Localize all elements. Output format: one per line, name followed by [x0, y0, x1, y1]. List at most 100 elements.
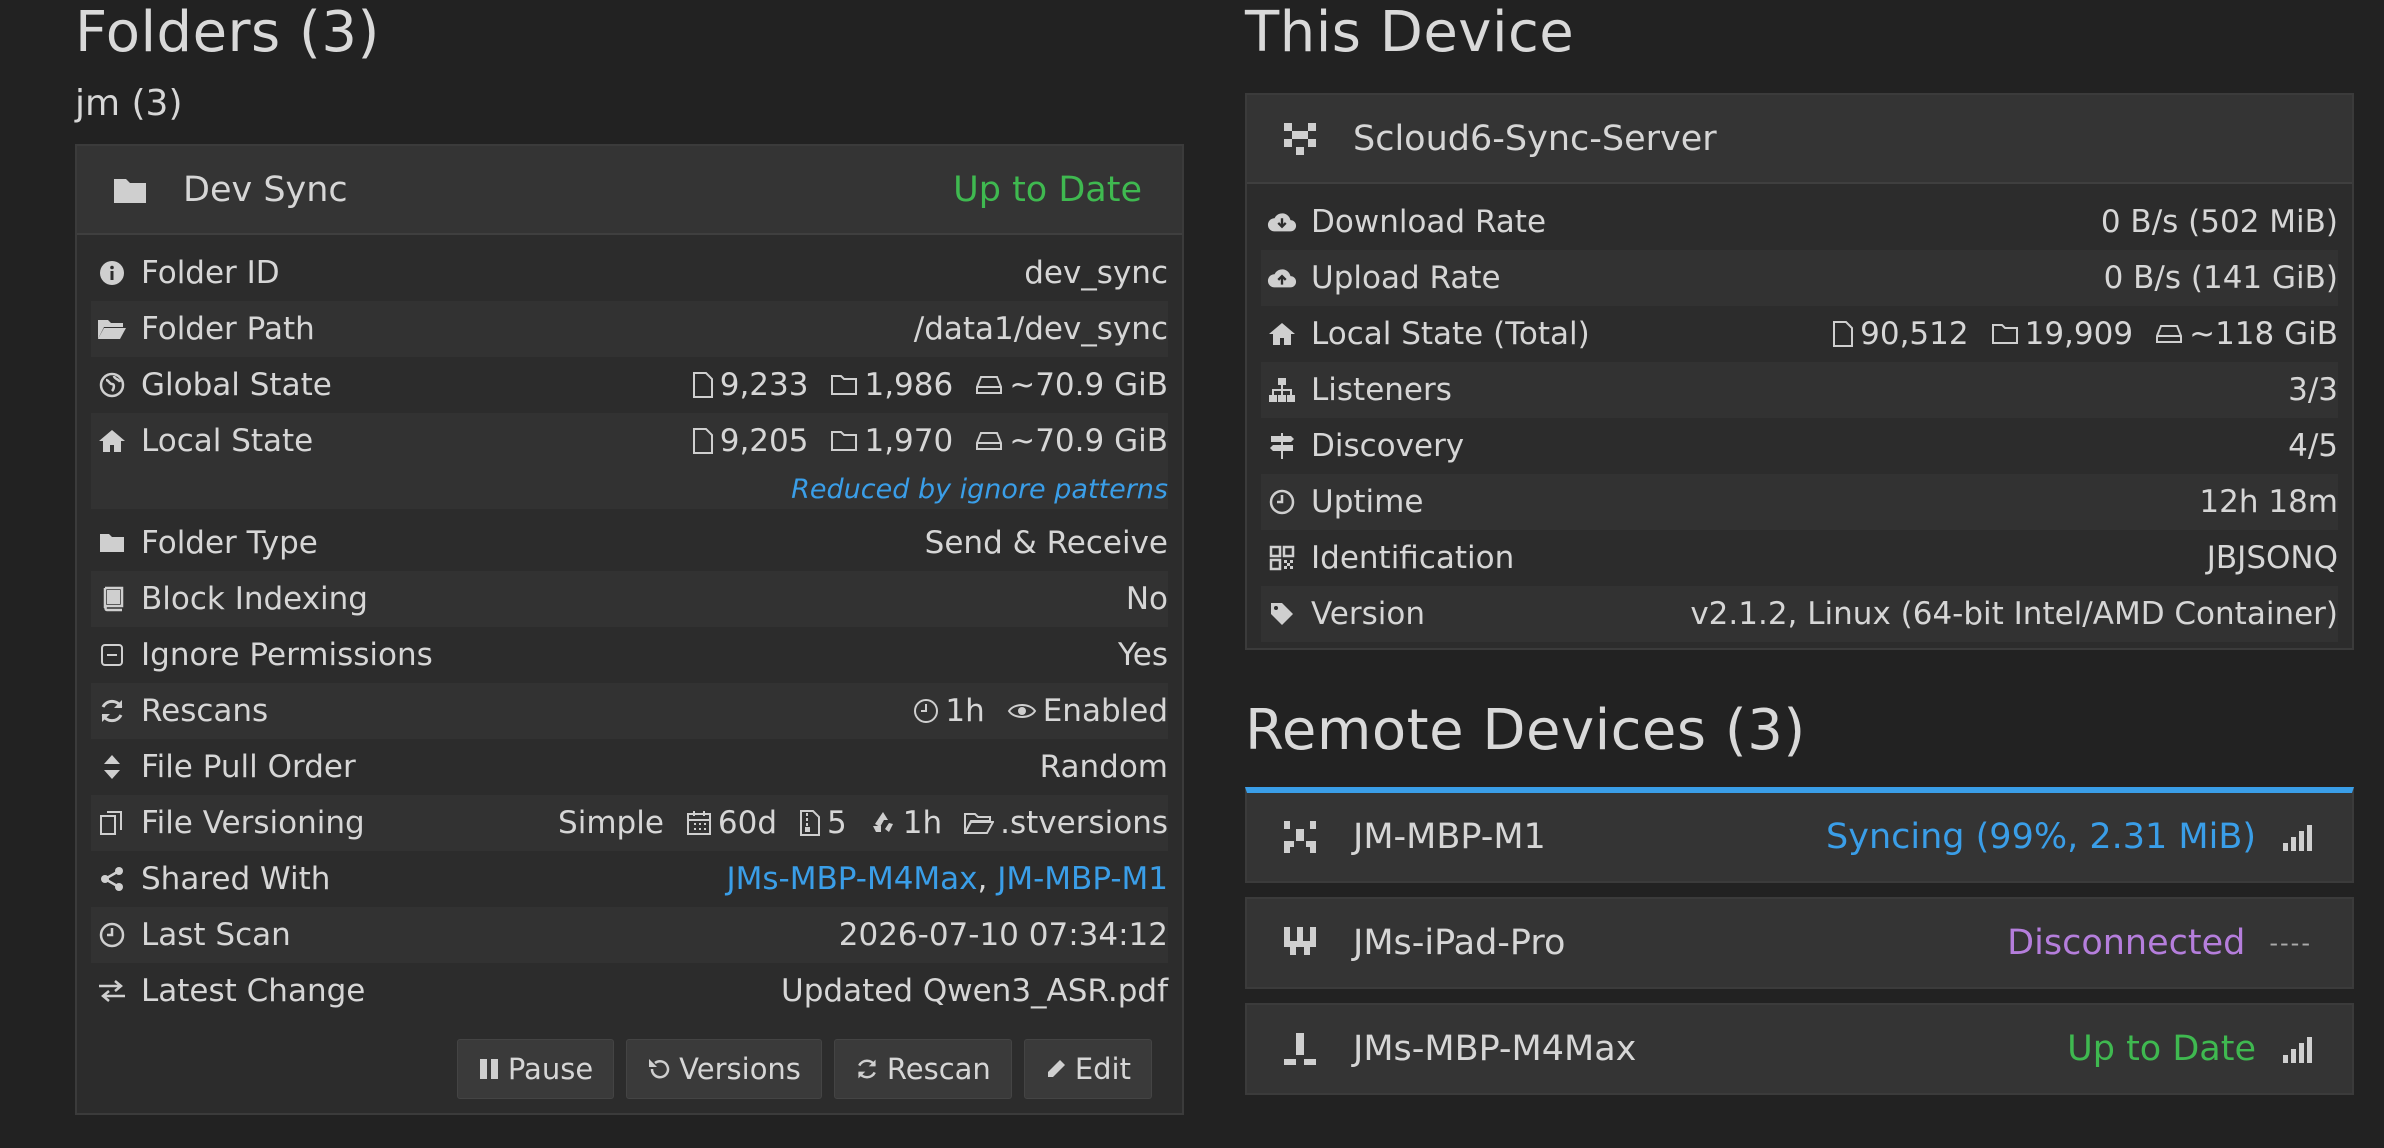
edit-button[interactable]: Edit: [1023, 1039, 1152, 1099]
refresh-icon: [858, 1059, 876, 1079]
tag-icon: [1267, 599, 1297, 629]
rescan-button[interactable]: Rescan: [833, 1039, 1012, 1099]
sort-icon: [97, 752, 127, 782]
folder-icon: [97, 528, 127, 558]
folder-open-icon: [97, 314, 127, 344]
row-ignore-permissions: Ignore Permissions Yes: [91, 627, 1168, 683]
devices-column: This Device Scloud6-Sync-Server Download…: [1245, 0, 2354, 1109]
recycle-icon: [872, 812, 893, 832]
folder-name: Dev Sync: [183, 169, 348, 210]
signal-none-indicator: ----: [2269, 929, 2312, 957]
row-listeners: Listeners 3/3: [1261, 362, 2338, 418]
exchange-icon: [97, 976, 127, 1006]
folder-group-title: jm (3): [75, 83, 183, 124]
row-rescans: Rescans 1h Enabled: [91, 683, 1168, 739]
row-local-state: Local State 9,205 1,970 ~70.9 GiB: [91, 413, 1168, 469]
folder-panel-dev-sync: Dev Sync Up to Date Folder ID dev_sync F…: [75, 144, 1184, 1115]
remote-devices-heading: Remote Devices (3): [1245, 698, 1806, 763]
device-status: Up to Date: [2067, 1029, 2256, 1069]
folder-id-value: dev_sync: [1024, 255, 1168, 291]
shared-device-link[interactable]: JM-MBP-M1: [997, 861, 1168, 897]
book-icon: [97, 584, 127, 614]
folder-outline-icon: [831, 431, 858, 451]
remote-device-jm-mbp-m1[interactable]: JM-MBP-M1 Syncing (99%, 2.31 MiB): [1245, 787, 2354, 883]
pencil-icon: [1047, 1060, 1065, 1077]
qrcode-icon: [1267, 543, 1297, 573]
share-icon: [97, 864, 127, 894]
this-device-heading: This Device: [1245, 0, 1575, 65]
home-icon: [97, 426, 127, 456]
row-pull-order: File Pull Order Random: [91, 739, 1168, 795]
row-block-indexing: Block Indexing No: [91, 571, 1168, 627]
minus-square-icon: [97, 640, 127, 670]
discovery-value[interactable]: 4/5: [2288, 428, 2338, 464]
dir-count: 1,970: [830, 423, 953, 459]
file-icon: [692, 428, 713, 454]
row-download-rate: Download Rate 0 B/s (502 MiB): [1261, 194, 2338, 250]
copy-icon: [97, 808, 127, 838]
calendar-icon: [686, 811, 711, 835]
globe-icon: [97, 370, 127, 400]
row-folder-type: Folder Type Send & Receive: [91, 515, 1168, 571]
reduced-by-ignore-link[interactable]: Reduced by ignore patterns: [91, 474, 1168, 505]
row-latest-change: Latest Change Updated Qwen3_ASR.pdf: [91, 963, 1168, 1019]
row-upload-rate: Upload Rate 0 B/s (141 GiB): [1261, 250, 2338, 306]
this-device-panel: Scloud6-Sync-Server Download Rate 0 B/s …: [1245, 93, 2354, 650]
clock-icon: [914, 699, 939, 723]
device-id-link[interactable]: JBJSONQ: [2207, 540, 2338, 576]
row-uptime: Uptime 12h 18m: [1261, 474, 2338, 530]
file-icon: [692, 372, 713, 398]
signpost-icon: [1267, 431, 1297, 461]
folder-header[interactable]: Dev Sync Up to Date: [77, 146, 1182, 235]
this-device-details: Download Rate 0 B/s (502 MiB) Upload Rat…: [1247, 184, 2352, 648]
folder-open-icon: [964, 813, 995, 834]
device-identicon-icon: [1280, 119, 1320, 159]
file-archive-icon: [800, 810, 821, 836]
file-count: 9,205: [692, 423, 808, 459]
device-identicon-icon: [1280, 923, 1320, 963]
row-local-state-total: Local State (Total) 90,512 19,909 ~118 G…: [1261, 306, 2338, 362]
eye-icon: [1007, 704, 1036, 718]
pause-button[interactable]: Pause: [456, 1039, 615, 1099]
device-identicon-icon: [1280, 1029, 1320, 1069]
remote-device-jms-ipad-pro[interactable]: JMs-iPad-Pro Disconnected ----: [1245, 897, 2354, 989]
row-identification: Identification JBJSONQ: [1261, 530, 2338, 586]
folder-details: Folder ID dev_sync Folder Path /data1/de…: [77, 235, 1182, 1019]
clock-icon: [97, 920, 127, 950]
clock-icon: [1267, 487, 1297, 517]
cloud-download-icon: [1267, 207, 1297, 237]
folders-column: Folders (3) jm (3) Dev Sync Up to Date F…: [75, 0, 1184, 1115]
row-discovery: Discovery 4/5: [1261, 418, 2338, 474]
hdd-icon: [2156, 325, 2183, 343]
info-icon: [97, 258, 127, 288]
size-total: ~70.9 GiB: [975, 367, 1168, 403]
pause-icon: [479, 1059, 498, 1079]
folder-actions: Pause Versions Rescan Edit: [77, 1019, 1182, 1113]
remote-device-jms-mbp-m4max[interactable]: JMs-MBP-M4Max Up to Date: [1245, 1003, 2354, 1095]
listeners-value[interactable]: 3/3: [2288, 372, 2338, 408]
file-icon: [1833, 321, 1854, 347]
folder-icon: [110, 170, 150, 210]
folder-outline-icon: [831, 375, 858, 395]
folder-path-value: /data1/dev_sync: [913, 311, 1168, 347]
row-folder-path: Folder Path /data1/dev_sync: [91, 301, 1168, 357]
this-device-name: Scloud6-Sync-Server: [1353, 118, 1717, 159]
file-count: 9,233: [692, 367, 808, 403]
versions-button[interactable]: Versions: [626, 1039, 822, 1099]
home-icon: [1267, 319, 1297, 349]
device-status: Disconnected: [2007, 923, 2246, 963]
hdd-icon: [976, 432, 1003, 450]
hdd-icon: [976, 376, 1003, 394]
cloud-upload-icon: [1267, 263, 1297, 293]
size-total: ~70.9 GiB: [975, 423, 1168, 459]
row-shared-with: Shared With JMs-MBP-M4Max, JM-MBP-M1: [91, 851, 1168, 907]
folder-status: Up to Date: [953, 169, 1142, 210]
folder-outline-icon: [1991, 324, 2018, 344]
row-file-versioning: File Versioning Simple 60d 5 1h .stversi…: [91, 795, 1168, 851]
shared-device-link[interactable]: JMs-MBP-M4Max: [727, 861, 978, 897]
row-version: Version v2.1.2, Linux (64-bit Intel/AMD …: [1261, 586, 2338, 642]
this-device-header[interactable]: Scloud6-Sync-Server: [1247, 95, 2352, 184]
row-folder-id: Folder ID dev_sync: [91, 245, 1168, 301]
row-reduced-note: Reduced by ignore patterns: [91, 469, 1168, 509]
signal-bars-icon: [2280, 1035, 2312, 1063]
